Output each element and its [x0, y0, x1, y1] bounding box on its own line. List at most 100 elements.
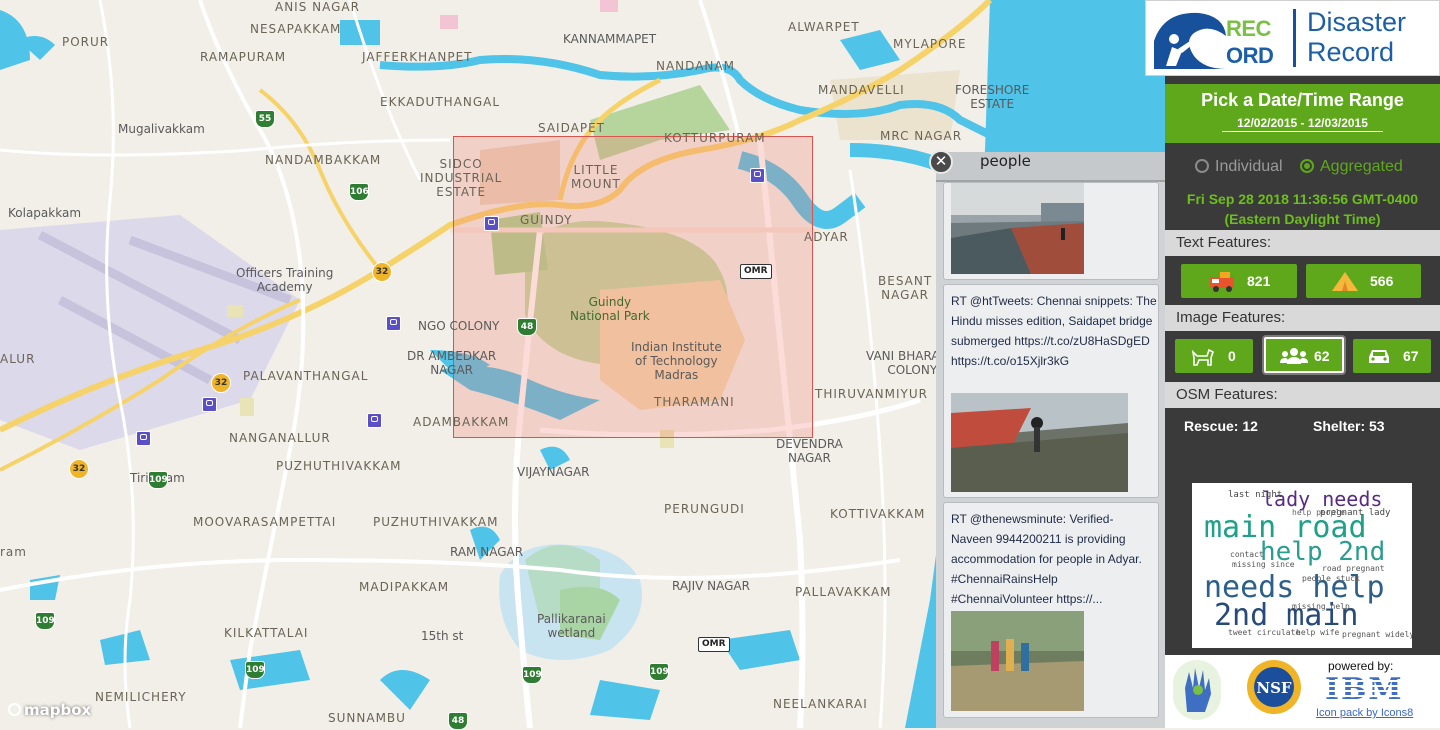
- tweet-photo[interactable]: [951, 393, 1128, 492]
- individual-radio[interactable]: [1195, 159, 1209, 173]
- map-place-label: ADAMBAKKAM: [413, 415, 510, 429]
- highway-109-shield-5: 109: [649, 663, 669, 681]
- hand-logo-icon[interactable]: [1173, 660, 1221, 720]
- omr-shield-2: OMR: [698, 637, 730, 652]
- rescue-text-count: 821: [1247, 273, 1271, 289]
- animal-image-feature-button[interactable]: 0: [1175, 339, 1253, 373]
- map-place-label: NANDAMBAKKAM: [265, 153, 382, 167]
- map-place-label: KOTTURPURAM: [664, 131, 766, 145]
- rescue-text-feature-button[interactable]: 821: [1181, 264, 1297, 298]
- highway-106-shield: 106: [349, 183, 369, 201]
- tweet-text: RT @thenewsminute: Verified- Naveen 9944…: [951, 512, 1142, 606]
- map-place-label: PUZHUTHIVAKKAM: [276, 459, 402, 473]
- train-station-icon[interactable]: [750, 168, 765, 183]
- map-place-label: NGO COLONY: [418, 319, 500, 333]
- current-timestamp: Fri Sep 28 2018 11:36:56 GMT-0400 (Easte…: [1165, 189, 1440, 229]
- car-icon: [1369, 350, 1389, 363]
- date-picker-title: Pick a Date/Time Range: [1201, 90, 1404, 110]
- people-image-feature-button[interactable]: 62: [1264, 337, 1344, 373]
- aggregated-radio[interactable]: [1300, 159, 1314, 173]
- tweet-card[interactable]: RT @htTweets: Chennai snippets: The Hind…: [943, 284, 1159, 498]
- tweet-photo[interactable]: [951, 611, 1084, 711]
- mapbox-logo[interactable]: mapbox: [8, 701, 91, 719]
- highway-32-shield: 32: [372, 262, 392, 282]
- sponsor-footer: NSF powered by: IBM Icon pack by Icons8: [1165, 655, 1440, 728]
- svg-text:NSF: NSF: [1256, 679, 1292, 697]
- individual-label[interactable]: Individual: [1215, 158, 1283, 176]
- app-title-line2: Record: [1307, 37, 1395, 67]
- map-place-label: DEVENDRA NAGAR: [776, 437, 843, 465]
- map-place-label: RAJIV NAGAR: [672, 579, 750, 593]
- map-place-label: ram: [0, 545, 27, 559]
- vehicle-image-feature-button[interactable]: 67: [1353, 339, 1431, 373]
- tweet-card[interactable]: [943, 182, 1159, 280]
- wordcloud-term: missing help: [1292, 602, 1350, 611]
- map-place-label: BESANT NAGAR: [878, 274, 933, 302]
- tweet-feed-panel[interactable]: people RT @htTweets: Chennai snippets: T…: [936, 152, 1165, 728]
- image-features-heading: Image Features:: [1165, 305, 1440, 331]
- wordcloud-term: help wife: [1296, 628, 1340, 637]
- map-place-label: RAM NAGAR: [450, 545, 524, 559]
- osm-rescue-count: Rescue: 12: [1184, 418, 1258, 434]
- shelter-text-feature-button[interactable]: 566: [1306, 264, 1421, 298]
- wordcloud-term: tweet circulate: [1228, 628, 1301, 637]
- map-place-label: ALWARPET: [788, 20, 860, 34]
- shelter-text-count: 566: [1370, 273, 1394, 289]
- wordcloud-term: road pregnant: [1322, 564, 1385, 573]
- map-place-label: KANNAMMAPET: [563, 32, 657, 46]
- close-feed-button[interactable]: ✕: [929, 150, 953, 174]
- map-place-label: MYLAPORE: [893, 37, 967, 51]
- highway-48-shield: 48: [517, 318, 537, 336]
- rec-line1: REC: [1226, 16, 1271, 41]
- map-place-label: THIRUVANMIYUR: [815, 387, 928, 401]
- wordcloud-term: contact: [1230, 550, 1264, 559]
- map-place-label: EKKADUTHANGAL: [380, 95, 501, 109]
- vehicle-image-count: 67: [1403, 348, 1419, 364]
- map-place-label: ALUR: [0, 352, 36, 366]
- highway-48-shield-2: 48: [448, 712, 468, 730]
- tweet-photo[interactable]: [951, 183, 1084, 274]
- train-station-icon[interactable]: [202, 397, 217, 412]
- map-place-label: NEELANKARAI: [773, 697, 868, 711]
- map-place-label: NEMILICHERY: [95, 690, 187, 704]
- ibm-logo[interactable]: IBM: [1325, 672, 1404, 707]
- highway-109-shield-4: 109: [522, 666, 542, 684]
- map-place-label: MRC NAGAR: [880, 129, 963, 143]
- highway-109-shield-2: 109: [35, 612, 55, 630]
- icons8-credit-link[interactable]: Icon pack by Icons8: [1316, 707, 1413, 719]
- aggregated-label[interactable]: Aggregated: [1320, 158, 1403, 176]
- map-place-label: ADYAR: [804, 230, 849, 244]
- train-station-icon[interactable]: [484, 216, 499, 231]
- fire-truck-icon: [1210, 272, 1234, 292]
- mapbox-icon: [8, 703, 21, 716]
- nsf-logo-icon[interactable]: NSF: [1245, 658, 1303, 716]
- people-icon: [1280, 348, 1308, 364]
- tent-icon: [1332, 272, 1358, 291]
- wave-logo-icon: [1154, 12, 1226, 69]
- osm-features-heading: OSM Features:: [1165, 382, 1440, 408]
- animal-image-count: 0: [1228, 348, 1236, 364]
- map-place-label: LITTLE MOUNT: [571, 163, 621, 191]
- map-place-label: DR AMBEDKAR NAGAR: [407, 349, 497, 377]
- map-place-label: THARAMANI: [654, 395, 735, 409]
- app-title-line1: Disaster: [1307, 7, 1407, 37]
- wordcloud-term: missing since: [1232, 560, 1295, 569]
- map-place-label: Pallikaranai wetland: [537, 612, 606, 640]
- map-place-label: NANGANALLUR: [229, 431, 331, 445]
- map-place-label: PUZHUTHIVAKKAM: [373, 515, 499, 529]
- word-cloud[interactable]: lady needs main road help 2nd needs help 2nd…: [1192, 483, 1412, 648]
- tweet-card[interactable]: RT @thenewsminute: Verified- Naveen 9944…: [943, 502, 1159, 718]
- train-station-icon[interactable]: [136, 431, 151, 446]
- wordcloud-term: people stuck: [1302, 574, 1360, 583]
- train-station-icon[interactable]: [386, 316, 401, 331]
- date-range-picker[interactable]: Pick a Date/Time Range 12/02/2015 - 12/0…: [1165, 84, 1440, 143]
- timestamp-line1: Fri Sep 28 2018 11:36:56 GMT-0400: [1186, 191, 1419, 207]
- map-place-label: Kolapakkam: [8, 206, 82, 220]
- train-station-icon[interactable]: [367, 413, 382, 428]
- map-place-label: VIJAYNAGAR: [517, 465, 590, 479]
- wordcloud-term: help people: [1292, 508, 1345, 517]
- dog-icon: [1191, 348, 1214, 366]
- brand-header: REC ORD Disaster Record: [1145, 0, 1440, 76]
- feed-header: people: [936, 152, 1165, 182]
- date-range-value[interactable]: 12/02/2015 - 12/03/2015: [1222, 116, 1383, 132]
